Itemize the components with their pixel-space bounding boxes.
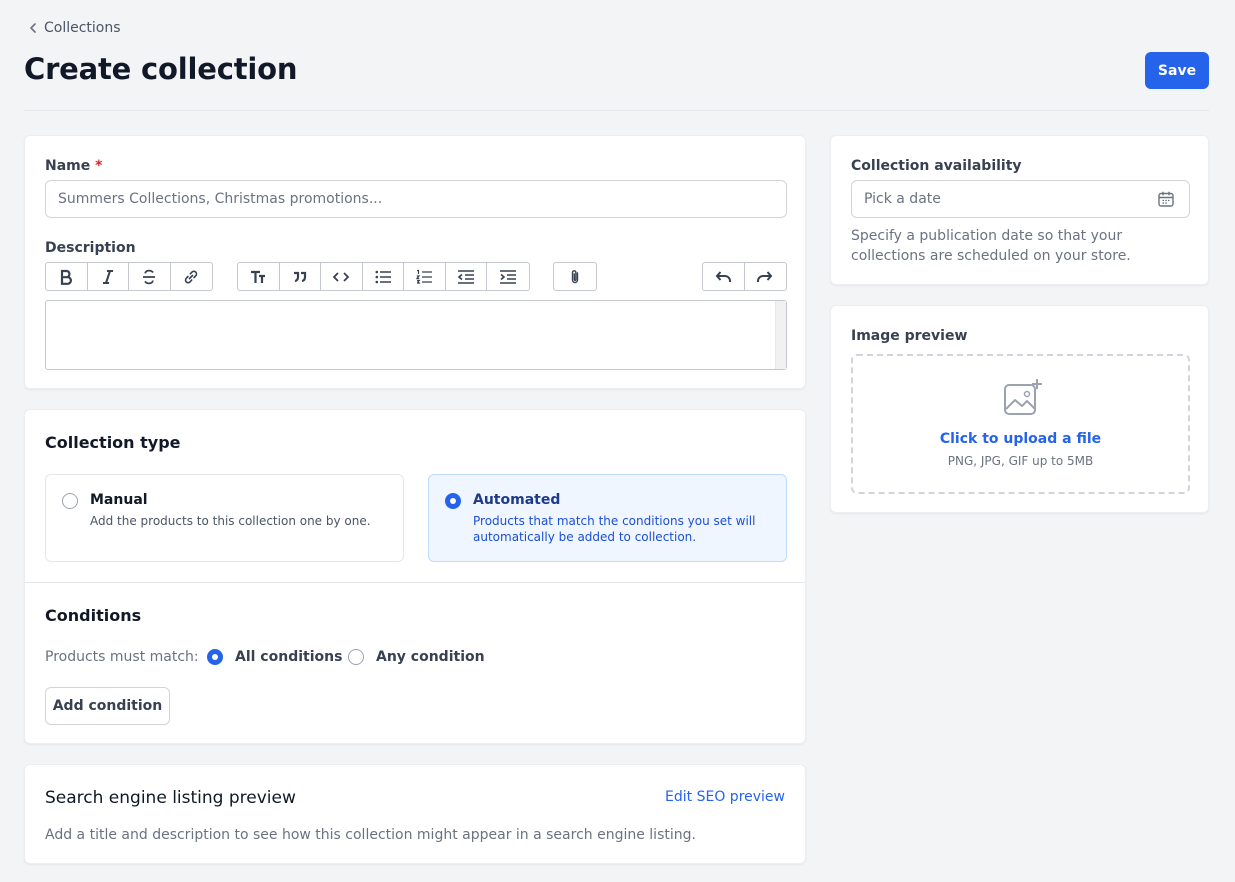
section-divider: [25, 582, 805, 583]
all-conditions-radio[interactable]: [207, 649, 223, 665]
numbered-list-button[interactable]: [404, 263, 446, 290]
manual-radio[interactable]: [62, 493, 78, 509]
image-upload-icon: [1004, 379, 1042, 415]
heading-icon: [251, 270, 266, 283]
attach-icon: [571, 269, 578, 283]
any-condition-radio[interactable]: [348, 649, 364, 665]
block-toolbar-group: [237, 262, 530, 291]
match-label: Products must match:: [45, 649, 199, 665]
indent-button[interactable]: [487, 263, 529, 290]
italic-button[interactable]: [88, 263, 129, 290]
calendar-icon[interactable]: [1157, 190, 1175, 208]
header-divider: [24, 110, 1209, 111]
attach-button[interactable]: [554, 263, 596, 290]
edit-seo-link[interactable]: Edit SEO preview: [665, 789, 785, 805]
link-button[interactable]: [171, 263, 213, 290]
manual-option-title: Manual: [90, 492, 148, 508]
heading-button[interactable]: [238, 263, 280, 290]
bold-icon: [61, 269, 73, 285]
link-icon: [185, 270, 198, 283]
bold-button[interactable]: [46, 263, 88, 290]
strikethrough-button[interactable]: [129, 263, 171, 290]
name-label: Name *: [45, 158, 102, 174]
indent-icon: [499, 269, 516, 284]
availability-card: Collection availability Specify a public…: [830, 135, 1209, 285]
availability-help: Specify a publication date so that your …: [851, 228, 1131, 264]
availability-label: Collection availability: [851, 158, 1022, 174]
bullet-list-icon: [375, 270, 391, 283]
description-label: Description: [45, 240, 136, 256]
format-toolbar-group: [45, 262, 213, 291]
quote-button[interactable]: [280, 263, 321, 290]
seo-description: Add a title and description to see how t…: [45, 827, 696, 843]
chevron-left-icon: [30, 23, 36, 33]
code-icon: [332, 271, 350, 282]
name-input[interactable]: [45, 180, 787, 218]
image-preview-card: Image preview Click to upload a file PNG…: [830, 305, 1209, 513]
bullet-list-button[interactable]: [363, 263, 404, 290]
automated-radio[interactable]: [445, 493, 461, 509]
undo-icon: [715, 270, 732, 282]
seo-title: Search engine listing preview: [45, 788, 296, 808]
italic-icon: [102, 269, 113, 284]
any-condition-label[interactable]: Any condition: [376, 649, 485, 665]
editor-scrollbar[interactable]: [775, 301, 786, 369]
breadcrumb-link[interactable]: Collections: [44, 20, 121, 36]
attach-toolbar-group: [553, 262, 597, 291]
undo-button[interactable]: [703, 263, 745, 290]
strikethrough-icon: [143, 269, 156, 284]
save-button[interactable]: Save: [1145, 52, 1209, 89]
breadcrumb[interactable]: Collections: [28, 20, 121, 36]
collection-type-title: Collection type: [45, 433, 181, 452]
automated-option-title: Automated: [473, 492, 561, 508]
page-title: Create collection: [24, 52, 298, 86]
details-card: Name * Description: [24, 135, 806, 389]
collection-type-card: Collection type Manual Add the products …: [24, 409, 806, 744]
quote-icon: [293, 271, 306, 282]
history-toolbar-group: [702, 262, 787, 291]
numbered-list-icon: [416, 269, 433, 284]
seo-card: Search engine listing preview Edit SEO p…: [24, 764, 806, 864]
all-conditions-label[interactable]: All conditions: [235, 649, 342, 665]
automated-option-description: Products that match the conditions you s…: [473, 514, 756, 544]
upload-link[interactable]: Click to upload a file: [853, 431, 1188, 447]
code-button[interactable]: [321, 263, 363, 290]
name-label-text: Name: [45, 158, 91, 174]
outdent-button[interactable]: [446, 263, 487, 290]
redo-icon: [757, 270, 773, 282]
manual-option[interactable]: Manual Add the products to this collecti…: [45, 474, 404, 562]
outdent-icon: [457, 269, 474, 284]
upload-dropzone[interactable]: Click to upload a file PNG, JPG, GIF up …: [851, 354, 1190, 494]
upload-hint: PNG, JPG, GIF up to 5MB: [947, 454, 1094, 468]
conditions-title: Conditions: [45, 606, 142, 625]
manual-option-description: Add the products to this collection one …: [90, 514, 371, 528]
redo-button[interactable]: [745, 263, 787, 290]
add-condition-button[interactable]: Add condition: [45, 687, 170, 725]
description-editor[interactable]: [45, 300, 787, 370]
date-input[interactable]: [851, 180, 1190, 218]
required-indicator: *: [95, 158, 103, 174]
automated-option[interactable]: Automated Products that match the condit…: [428, 474, 787, 562]
image-preview-label: Image preview: [851, 328, 968, 344]
